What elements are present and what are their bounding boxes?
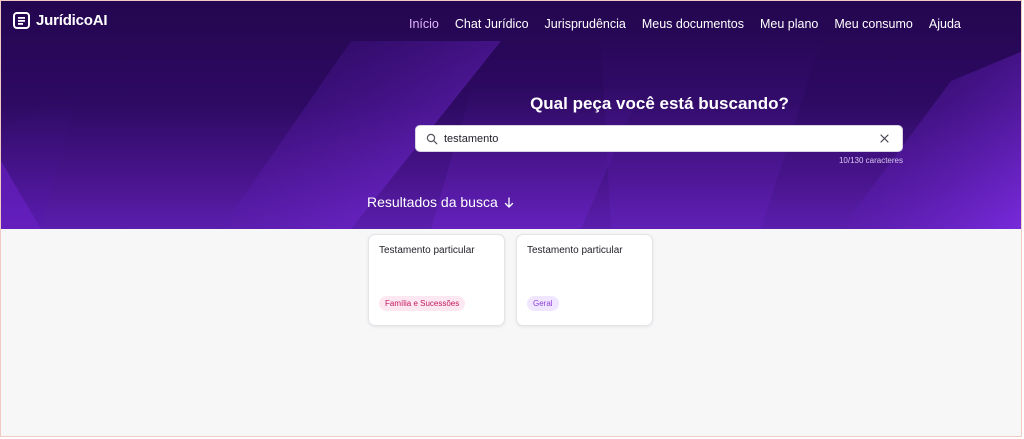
search-value[interactable]: testamento xyxy=(444,133,876,145)
search-icon xyxy=(426,133,438,144)
arrow-down-icon xyxy=(504,196,513,208)
nav-item-inicio[interactable]: Início xyxy=(409,17,439,31)
category-tag: Geral xyxy=(527,296,559,311)
nav-item-meu-plano[interactable]: Meu plano xyxy=(760,17,818,31)
result-card-title: Testamento particular xyxy=(379,245,475,256)
hero-banner: JurídicoAI Início Chat Jurídico Jurispru… xyxy=(1,1,1021,229)
logo-icon xyxy=(13,12,30,29)
page-frame: JurídicoAI Início Chat Jurídico Jurispru… xyxy=(0,0,1022,437)
nav-item-meu-consumo[interactable]: Meu consumo xyxy=(834,17,913,31)
result-card-title: Testamento particular xyxy=(527,245,623,256)
brand-name: JurídicoAI xyxy=(36,12,108,29)
brand-logo[interactable]: JurídicoAI xyxy=(13,12,108,29)
nav-item-meus-documentos[interactable]: Meus documentos xyxy=(642,17,744,31)
result-card[interactable]: Testamento particular Geral xyxy=(516,234,653,326)
top-nav: Início Chat Jurídico Jurisprudência Meus… xyxy=(409,17,977,31)
nav-item-chat-juridico[interactable]: Chat Jurídico xyxy=(455,17,529,31)
clear-search-button[interactable] xyxy=(876,131,892,147)
character-counter: 10/130 caracteres xyxy=(838,156,903,165)
results-heading-label: Resultados da busca xyxy=(367,194,498,210)
search-input[interactable]: testamento xyxy=(415,125,903,152)
result-card[interactable]: Testamento particular Família e Sucessõe… xyxy=(368,234,505,326)
results-heading: Resultados da busca xyxy=(367,194,514,210)
search-headline: Qual peça você está buscando? xyxy=(530,94,789,113)
nav-item-ajuda[interactable]: Ajuda xyxy=(929,17,961,31)
nav-item-jurisprudencia[interactable]: Jurisprudência xyxy=(545,17,626,31)
close-icon xyxy=(879,134,889,143)
category-tag: Família e Sucessões xyxy=(379,296,466,311)
